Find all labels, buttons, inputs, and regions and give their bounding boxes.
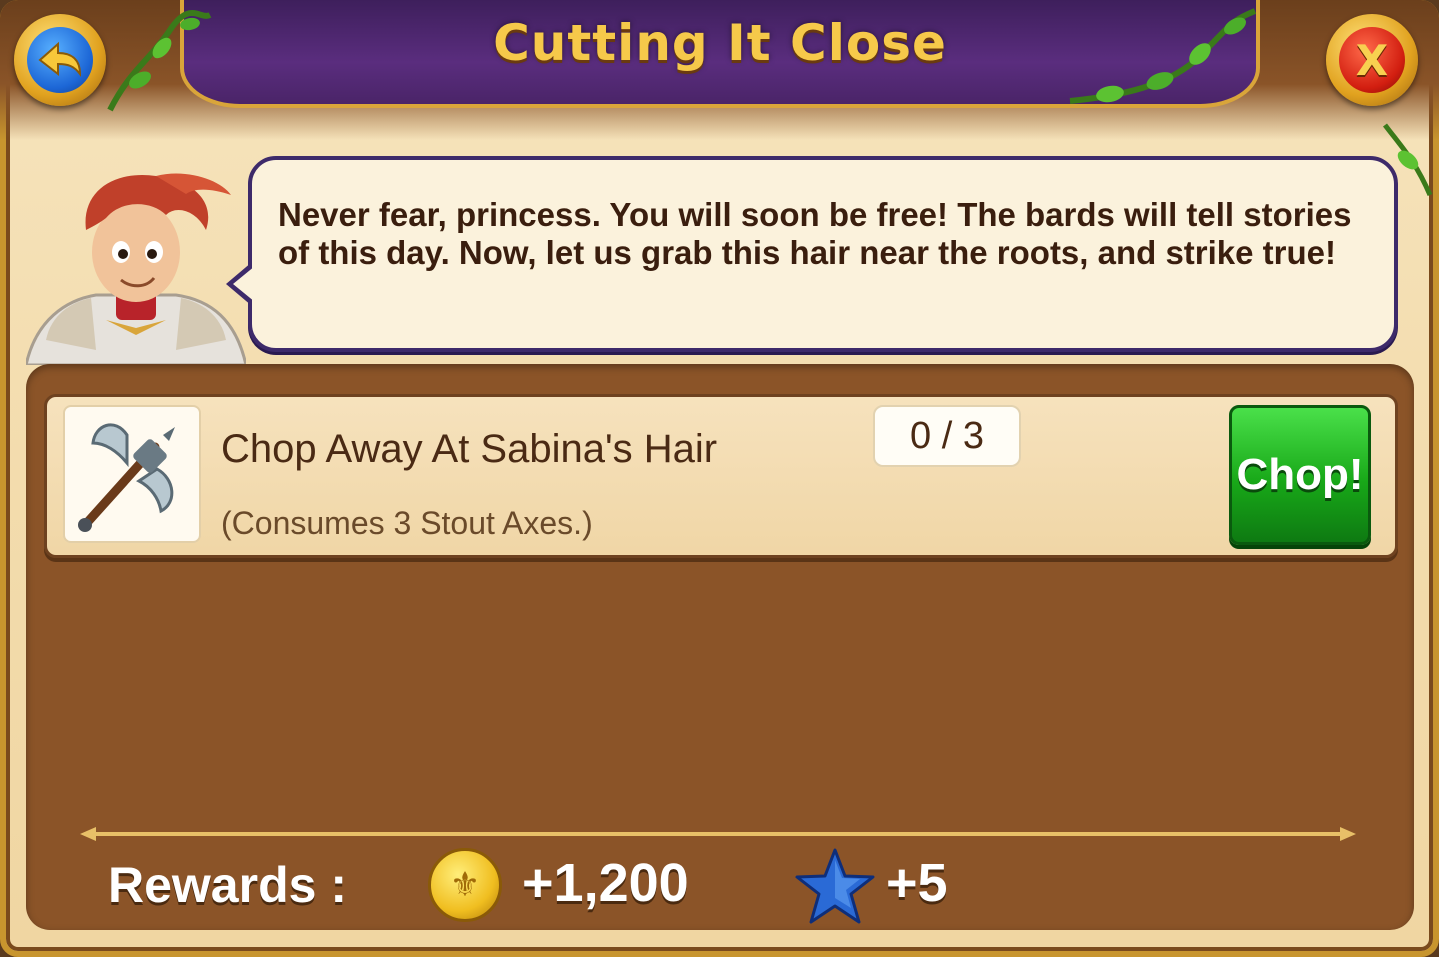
vine-right-icon: [1069, 8, 1257, 104]
battle-axe-icon: [78, 423, 175, 532]
task-icon-frame: [63, 405, 201, 543]
knight-avatar: [26, 173, 246, 365]
gold-coin-icon: ⚜: [428, 848, 502, 922]
chop-button-label: Chop!: [1236, 450, 1364, 499]
task-row: Chop Away At Sabina's Hair (Consumes 3 S…: [44, 394, 1398, 558]
rewards-label: Rewards :: [108, 857, 347, 913]
close-button[interactable]: X: [1326, 14, 1418, 106]
task-progress-counter: 0 / 3: [873, 405, 1021, 467]
speech-bubble: Never fear, princess. You will soon be f…: [248, 156, 1398, 352]
task-title: Chop Away At Sabina's Hair: [221, 427, 718, 471]
rewards-divider: [80, 827, 1356, 841]
xp-reward-amount: +5: [886, 853, 948, 913]
speech-text: Never fear, princess. You will soon be f…: [278, 196, 1352, 271]
back-button[interactable]: [14, 14, 106, 106]
coin-reward-amount: +1,200: [522, 853, 689, 913]
blue-star-icon: [795, 848, 875, 924]
chop-button[interactable]: Chop!: [1229, 405, 1371, 545]
speech-tail-fill: [233, 266, 255, 302]
back-arrow-icon: [38, 41, 82, 78]
task-subtitle: (Consumes 3 Stout Axes.): [221, 505, 593, 541]
close-icon: X: [1355, 35, 1389, 85]
vine-left-icon: [107, 10, 212, 112]
